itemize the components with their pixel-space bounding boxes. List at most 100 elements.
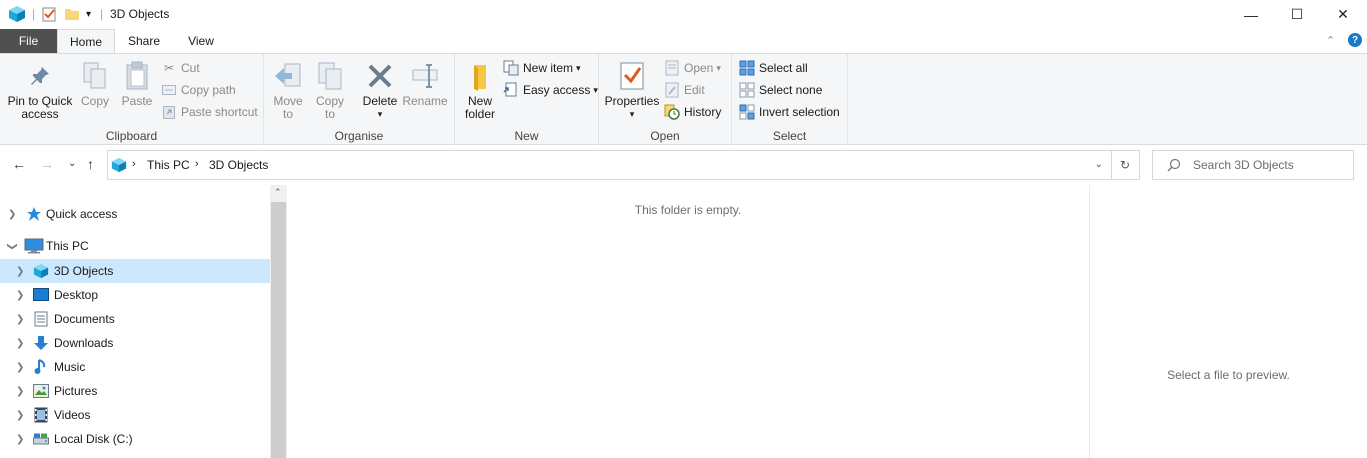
up-arrow-icon[interactable]: ↑ xyxy=(87,156,94,172)
open-group-label: Open xyxy=(650,129,680,143)
history-button[interactable]: History xyxy=(664,102,721,122)
file-list-area[interactable]: This folder is empty. xyxy=(287,185,1089,458)
select-all-button[interactable]: Select all xyxy=(739,58,808,78)
select-all-label: Select all xyxy=(759,61,808,75)
edit-button[interactable]: Edit xyxy=(664,80,705,100)
clipboard-group-label: Clipboard xyxy=(105,129,158,143)
new-item-button[interactable]: New item ▾ xyxy=(503,58,581,78)
select-none-icon xyxy=(739,82,755,98)
easy-access-dropdown-icon: ▾ xyxy=(593,84,598,95)
copy-icon xyxy=(79,60,111,92)
nav-item-this-pc[interactable]: ❯ This PC xyxy=(0,234,270,258)
expand-chevron-icon[interactable]: ❯ xyxy=(16,386,24,397)
nav-item-local-disk[interactable]: ❯ Local Disk (C:) xyxy=(0,427,270,451)
expand-chevron-icon[interactable]: ❯ xyxy=(16,362,24,373)
close-button[interactable]: ✕ xyxy=(1320,0,1366,29)
expand-chevron-icon[interactable]: ❯ xyxy=(16,266,24,277)
easy-access-button[interactable]: Easy access ▾ xyxy=(503,80,598,100)
ribbon-tabs: File Home Share View ⌃ ? xyxy=(0,29,1367,54)
minimize-button[interactable]: — xyxy=(1228,0,1274,29)
expand-chevron-icon[interactable]: ❯ xyxy=(16,434,24,445)
paste-shortcut-label: Paste shortcut xyxy=(181,105,258,119)
select-none-button[interactable]: Select none xyxy=(739,80,822,100)
address-3d-objects-icon xyxy=(111,157,127,173)
properties-quick-icon[interactable] xyxy=(41,5,57,23)
back-arrow-icon[interactable]: ← xyxy=(12,156,26,172)
pictures-icon xyxy=(33,383,49,399)
nav-item-label: Pictures xyxy=(54,384,98,398)
downloads-icon xyxy=(33,335,49,351)
star-icon xyxy=(26,206,42,222)
history-icon xyxy=(664,104,680,120)
expand-chevron-icon[interactable]: ❯ xyxy=(16,338,24,349)
recent-locations-chevron-icon[interactable]: ⌄ xyxy=(68,158,76,169)
help-icon[interactable]: ? xyxy=(1348,33,1362,47)
expand-chevron-icon[interactable]: ❯ xyxy=(16,410,24,421)
invert-selection-button[interactable]: Invert selection xyxy=(739,102,840,122)
scrollbar-thumb[interactable] xyxy=(271,202,286,458)
expand-chevron-icon[interactable]: ❯ xyxy=(16,314,24,325)
delete-x-icon xyxy=(364,60,396,92)
nav-item-music[interactable]: ❯ Music xyxy=(0,355,270,379)
tab-home[interactable]: Home xyxy=(57,29,115,54)
nav-item-documents[interactable]: ❯ Documents xyxy=(0,307,270,331)
tab-share[interactable]: Share xyxy=(120,29,168,53)
collapse-ribbon-icon[interactable]: ⌃ xyxy=(1326,34,1335,47)
collapse-chevron-icon[interactable]: ❯ xyxy=(7,242,18,250)
breadcrumb-3d-objects[interactable]: 3D Objects xyxy=(209,158,268,172)
properties-dropdown-icon[interactable]: ▾ xyxy=(630,108,635,121)
forward-arrow-icon[interactable]: → xyxy=(40,156,54,172)
breadcrumb-this-pc[interactable]: This PC xyxy=(147,158,190,172)
address-dropdown-chevron-icon[interactable]: ⌄ xyxy=(1095,159,1103,170)
properties-button[interactable]: Properties ▾ xyxy=(603,60,661,121)
qa-separator: | xyxy=(32,7,36,21)
nav-item-videos[interactable]: ❯ Videos xyxy=(0,403,270,427)
expand-chevron-icon[interactable]: ❯ xyxy=(8,209,16,220)
scissors-icon: ✂ xyxy=(163,61,175,75)
nav-item-desktop[interactable]: ❯ Desktop xyxy=(0,283,270,307)
search-box[interactable]: Search 3D Objects xyxy=(1152,150,1354,180)
videos-icon xyxy=(33,407,49,423)
copy-to-button[interactable]: Copy to xyxy=(312,60,348,121)
rename-label: Rename xyxy=(402,94,448,108)
preview-message: Select a file to preview. xyxy=(1167,368,1290,382)
paste-button[interactable]: Paste xyxy=(118,60,156,108)
refresh-button[interactable]: ↻ xyxy=(1111,150,1140,180)
nav-item-label: Documents xyxy=(54,312,115,326)
tab-view[interactable]: View xyxy=(176,29,226,53)
paste-icon xyxy=(121,60,153,92)
rename-button[interactable]: Rename xyxy=(402,60,448,108)
nav-item-pictures[interactable]: ❯ Pictures xyxy=(0,379,270,403)
cut-button[interactable]: ✂ Cut xyxy=(161,58,200,78)
scroll-up-arrow-icon[interactable]: ⌃ xyxy=(274,187,282,198)
customize-qa-dropdown-icon[interactable]: ▾ xyxy=(86,5,91,23)
maximize-button[interactable]: ☐ xyxy=(1274,0,1320,29)
delete-dropdown-icon[interactable]: ▾ xyxy=(378,108,383,121)
clipboard-group: Pin to Quick access Copy Paste ✂ Cut Copy… xyxy=(0,54,264,146)
nav-item-downloads[interactable]: ❯ Downloads xyxy=(0,331,270,355)
nav-item-label: Desktop xyxy=(54,288,99,302)
move-to-button[interactable]: Move to xyxy=(270,60,306,121)
qa-separator-2: | xyxy=(100,7,104,21)
expand-chevron-icon[interactable]: ❯ xyxy=(16,290,24,301)
disk-icon xyxy=(33,431,49,447)
pin-icon xyxy=(24,60,56,92)
new-folder-quick-icon[interactable] xyxy=(64,5,80,23)
nav-item-label: 3D Objects xyxy=(54,264,114,278)
copy-button[interactable]: Copy xyxy=(78,60,112,108)
nav-item-label: Music xyxy=(54,360,86,374)
address-bar[interactable]: › This PC › 3D Objects ⌄ xyxy=(107,150,1112,180)
nav-item-3d-objects[interactable]: ❯ 3D Objects xyxy=(0,259,270,283)
paste-shortcut-button[interactable]: Paste shortcut xyxy=(161,102,258,122)
delete-button[interactable]: Delete ▾ xyxy=(360,60,400,121)
tab-file[interactable]: File xyxy=(0,29,57,53)
nav-item-quick-access[interactable]: ❯ Quick access xyxy=(0,202,270,226)
navigation-scrollbar[interactable]: ⌃ xyxy=(270,185,287,458)
pin-to-quick-access-button[interactable]: Pin to Quick access xyxy=(6,60,74,121)
new-folder-button[interactable]: New folder xyxy=(461,60,499,121)
select-group-label: Select xyxy=(772,129,807,143)
open-button[interactable]: Open ▾ xyxy=(664,58,721,78)
empty-folder-message: This folder is empty. xyxy=(634,203,742,217)
nav-item-label: Quick access xyxy=(46,207,118,221)
copy-path-button[interactable]: Copy path xyxy=(161,80,236,100)
